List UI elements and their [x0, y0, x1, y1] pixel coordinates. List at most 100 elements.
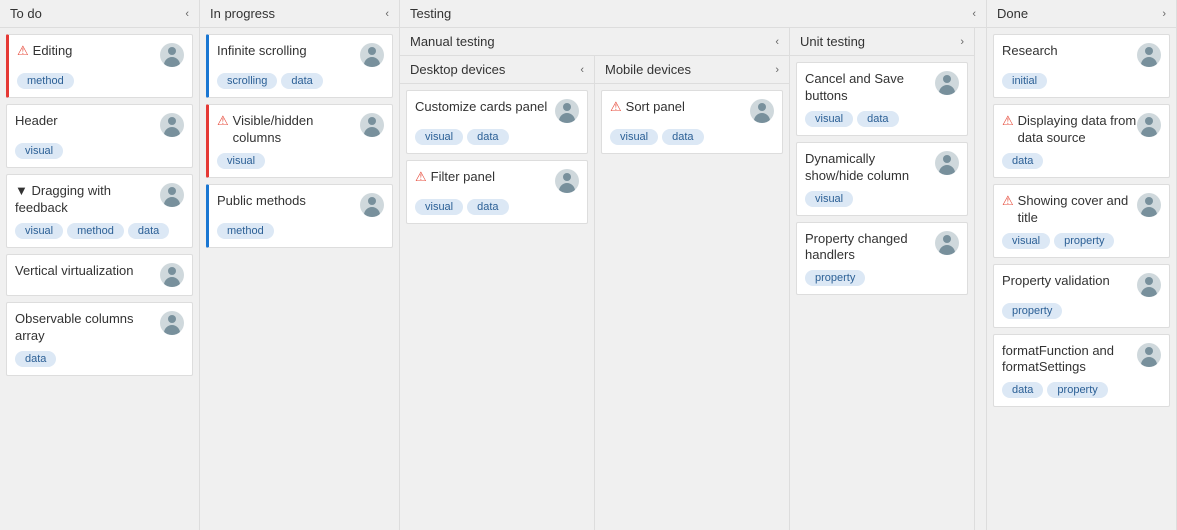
- warning-icon-filter: ⚠: [415, 169, 427, 186]
- tags-dragging: visual method data: [15, 223, 184, 239]
- card-observable-title: Observable columns array: [15, 311, 160, 345]
- unit-title: Unit testing: [800, 34, 865, 49]
- card-prop-changed-header: Property changed handlers: [805, 231, 959, 265]
- tag-method-pub: method: [217, 223, 274, 239]
- todo-title: To do: [10, 6, 42, 21]
- card-customize: Customize cards panel visual data: [406, 90, 588, 154]
- tags-prop-changed: property: [805, 270, 959, 286]
- card-infinite: Infinite scrolling scrolling data: [206, 34, 393, 98]
- mobile-col: Mobile devices › ⚠ Sort panel: [595, 56, 789, 530]
- avatar-dragging: [160, 183, 184, 207]
- card-public-title: Public methods: [217, 193, 360, 210]
- avatar-header: [160, 113, 184, 137]
- card-header-title: Header: [15, 113, 160, 130]
- tag-data-filt: data: [467, 199, 508, 215]
- tag-visual: visual: [15, 143, 63, 159]
- card-observable: Observable columns array data: [6, 302, 193, 376]
- desktop-header[interactable]: Desktop devices ‹: [400, 56, 594, 84]
- card-displaying-header: ⚠ Displaying data from data source: [1002, 113, 1161, 147]
- card-dragging: ▼ Dragging with feedback visual method d…: [6, 174, 193, 248]
- card-prop-val: Property validation property: [993, 264, 1170, 328]
- avatar-infinite: [360, 43, 384, 67]
- todo-header[interactable]: To do ‹: [0, 0, 199, 28]
- card-sort-header: ⚠ Sort panel: [610, 99, 774, 123]
- tag-method: method: [17, 73, 74, 89]
- todo-arrow[interactable]: ‹: [185, 8, 189, 20]
- done-arrow[interactable]: ›: [1162, 8, 1166, 20]
- manual-title: Manual testing: [410, 34, 495, 49]
- tag-data-disp: data: [1002, 153, 1043, 169]
- card-header-header: Header: [15, 113, 184, 137]
- card-public: Public methods method: [206, 184, 393, 248]
- avatar-cancel-save: [935, 71, 959, 95]
- card-research-header: Research: [1002, 43, 1161, 67]
- card-research-title: Research: [1002, 43, 1137, 60]
- unit-header[interactable]: Unit testing ›: [790, 28, 974, 56]
- tag-visual-filt: visual: [415, 199, 463, 215]
- warning-icon-visible: ⚠: [217, 113, 229, 130]
- tags-customize: visual data: [415, 129, 579, 145]
- tag-data-fmt: data: [1002, 382, 1043, 398]
- tags-displaying: data: [1002, 153, 1161, 169]
- tag-property-pc: property: [805, 270, 865, 286]
- avatar-editing: [160, 43, 184, 67]
- card-showing-header: ⚠ Showing cover and title: [1002, 193, 1161, 227]
- card-visible-title: ⚠ Visible/hidden columns: [217, 113, 360, 147]
- testing-arrow[interactable]: ‹: [972, 8, 976, 20]
- manual-testing-col: Manual testing ‹ Desktop devices ‹: [400, 28, 790, 530]
- todo-body: ⚠ Editing method Header visual: [0, 28, 199, 530]
- card-displaying: ⚠ Displaying data from data source data: [993, 104, 1170, 178]
- avatar-dyn-show: [935, 151, 959, 175]
- done-body: Research initial ⚠ Displaying data from …: [987, 28, 1176, 530]
- tag-data-cs: data: [857, 111, 898, 127]
- card-dragging-header: ▼ Dragging with feedback: [15, 183, 184, 217]
- inprogress-title: In progress: [210, 6, 275, 21]
- tags-visible: visual: [217, 153, 384, 169]
- card-vert-virt-title: Vertical virtualization: [15, 263, 160, 280]
- desktop-arrow[interactable]: ‹: [580, 64, 584, 76]
- card-editing: ⚠ Editing method: [6, 34, 193, 98]
- card-editing-header: ⚠ Editing: [17, 43, 184, 67]
- manual-header[interactable]: Manual testing ‹: [400, 28, 789, 56]
- card-displaying-title: ⚠ Displaying data from data source: [1002, 113, 1137, 147]
- tags-filter: visual data: [415, 199, 579, 215]
- tags-editing: method: [17, 73, 184, 89]
- mobile-arrow[interactable]: ›: [775, 64, 779, 76]
- tag-visual-cust: visual: [415, 129, 463, 145]
- warning-icon-showing: ⚠: [1002, 193, 1014, 210]
- card-observable-header: Observable columns array: [15, 311, 184, 345]
- avatar-prop-val: [1137, 273, 1161, 297]
- tag-visual-sort: visual: [610, 129, 658, 145]
- testing-header[interactable]: Testing ‹: [400, 0, 986, 28]
- card-showing: ⚠ Showing cover and title visual propert…: [993, 184, 1170, 258]
- testing-title: Testing: [410, 6, 451, 21]
- card-filter-header: ⚠ Filter panel: [415, 169, 579, 193]
- card-visible-header: ⚠ Visible/hidden columns: [217, 113, 384, 147]
- done-title: Done: [997, 6, 1028, 21]
- manual-arrow[interactable]: ‹: [775, 36, 779, 48]
- avatar-vert-virt: [160, 263, 184, 287]
- mobile-header[interactable]: Mobile devices ›: [595, 56, 789, 84]
- tags-prop-val: property: [1002, 303, 1161, 319]
- avatar-format: [1137, 343, 1161, 367]
- warning-icon-sort: ⚠: [610, 99, 622, 116]
- tag-method-d: method: [67, 223, 124, 239]
- mobile-body: ⚠ Sort panel visual data: [595, 84, 789, 530]
- unit-body: Cancel and Save buttons visual data Dyna…: [790, 56, 974, 530]
- testing-inner: Manual testing ‹ Desktop devices ‹: [400, 28, 986, 530]
- inprogress-header[interactable]: In progress ‹: [200, 0, 399, 28]
- avatar-visible: [360, 113, 384, 137]
- tag-scrolling: scrolling: [217, 73, 277, 89]
- card-dyn-show-header: Dynamically show/hide column: [805, 151, 959, 185]
- card-format-title: formatFunction and formatSettings: [1002, 343, 1137, 377]
- unit-arrow[interactable]: ›: [960, 36, 964, 48]
- tag-property-show: property: [1054, 233, 1114, 249]
- tags-research: initial: [1002, 73, 1161, 89]
- inprogress-arrow[interactable]: ‹: [385, 8, 389, 20]
- done-header[interactable]: Done ›: [987, 0, 1176, 28]
- card-public-header: Public methods: [217, 193, 384, 217]
- avatar-prop-changed: [935, 231, 959, 255]
- tags-dyn-show: visual: [805, 191, 959, 207]
- tag-data-d: data: [128, 223, 169, 239]
- card-header: Header visual: [6, 104, 193, 168]
